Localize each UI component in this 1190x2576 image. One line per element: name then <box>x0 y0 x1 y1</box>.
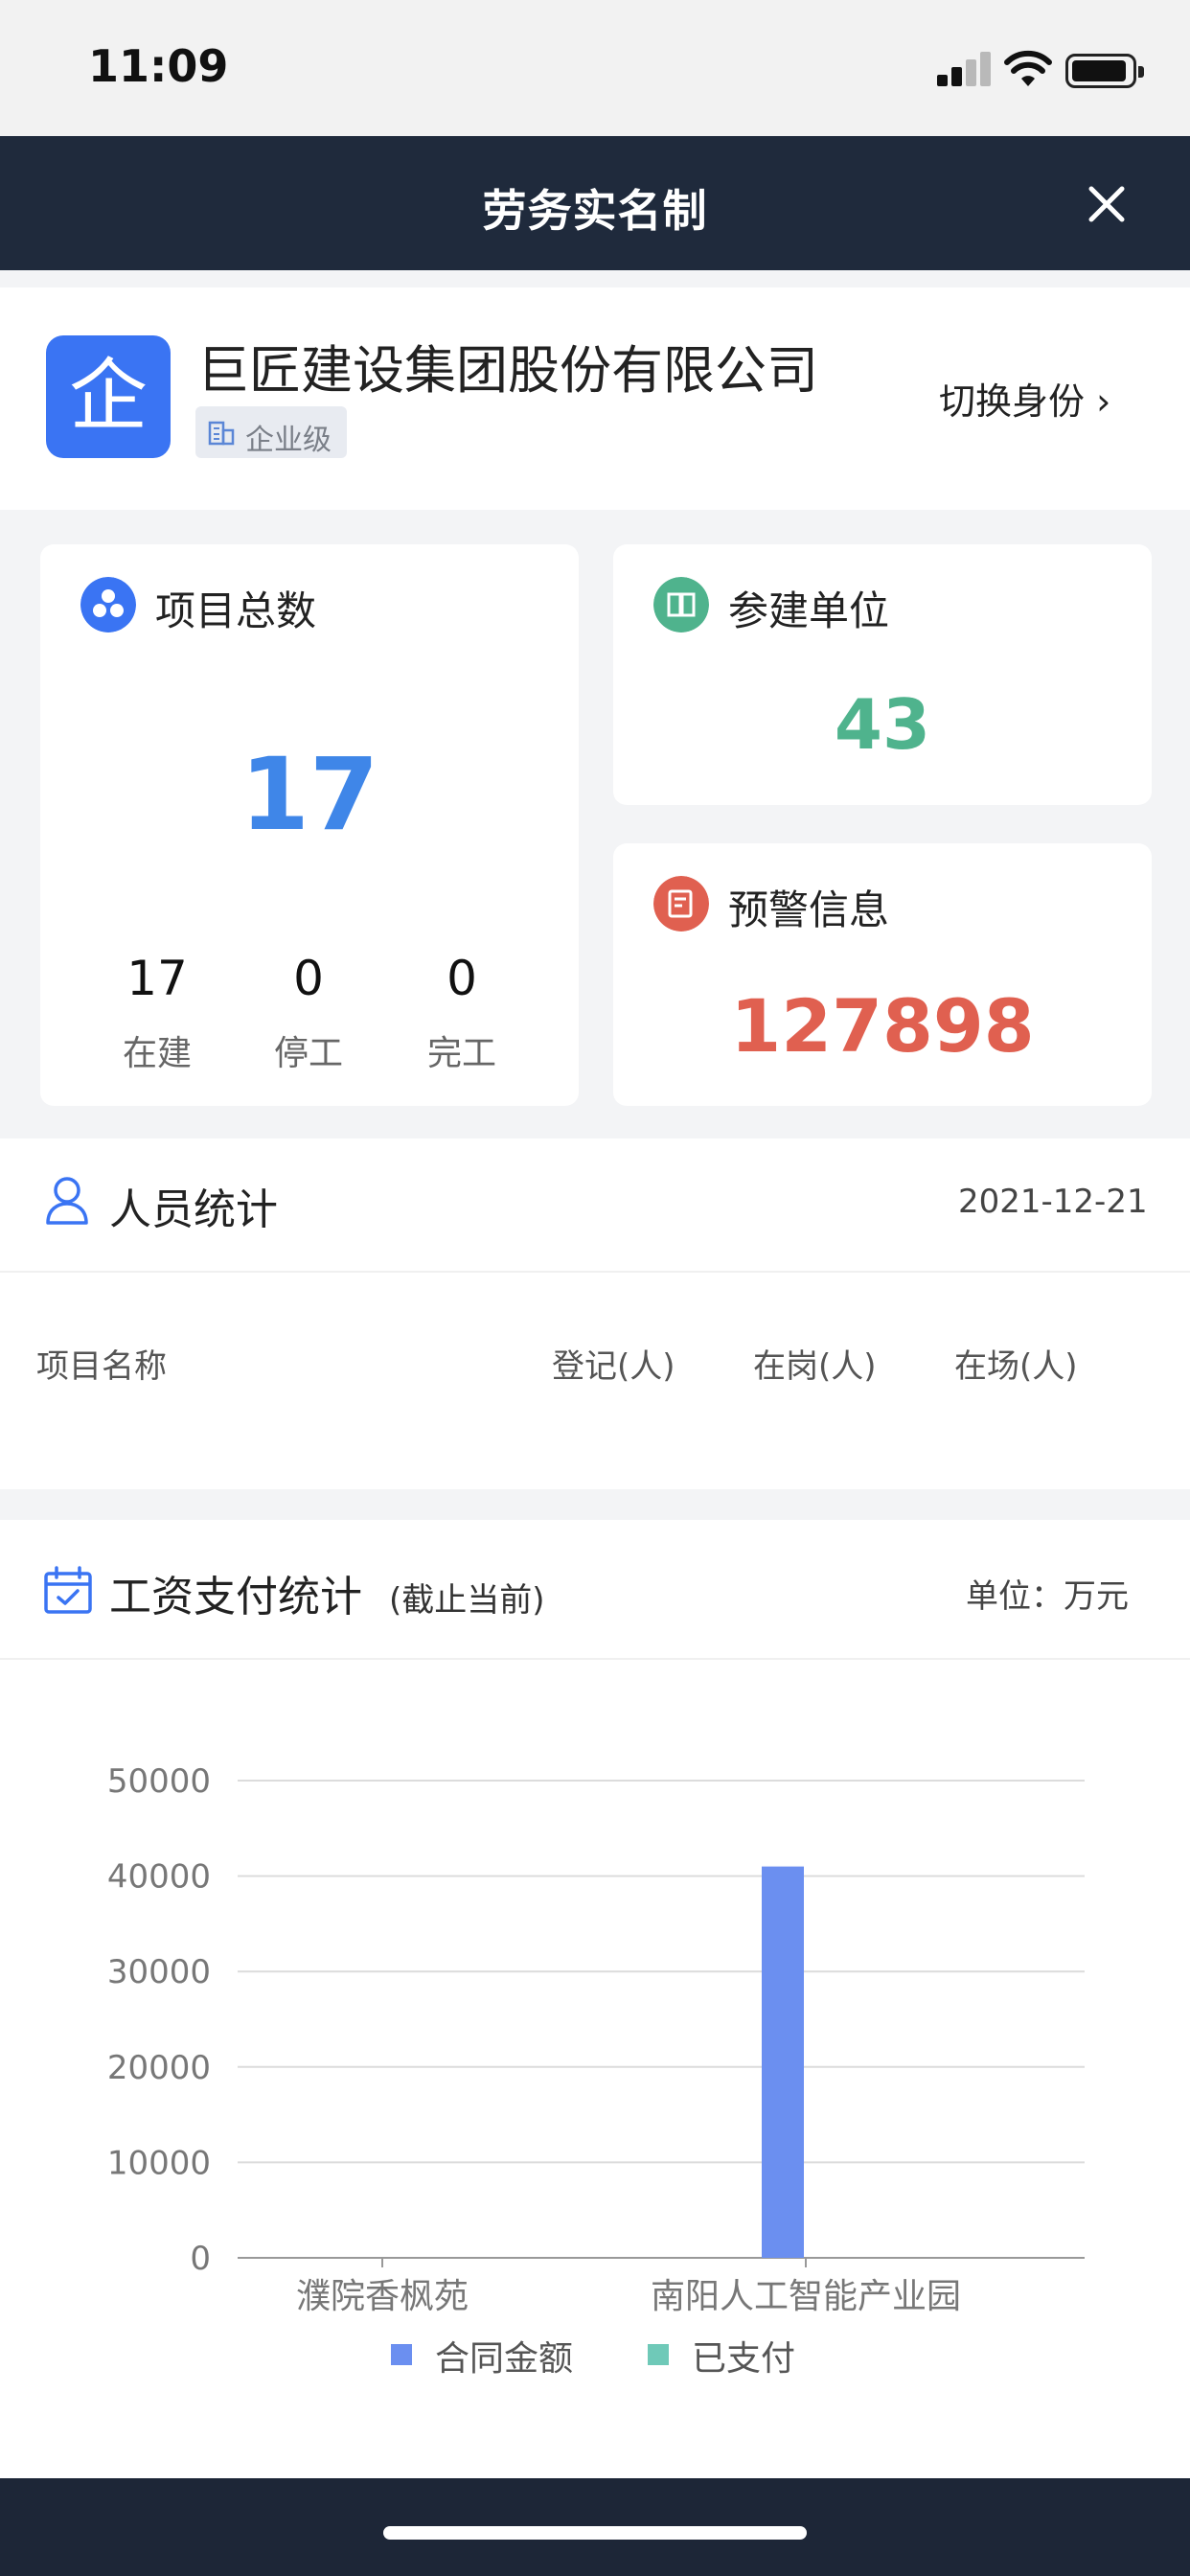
home-indicator[interactable] <box>383 2526 807 2540</box>
in-progress-value: 17 <box>126 951 188 1006</box>
personnel-title: 人员统计 <box>109 1185 278 1234</box>
units-value: 43 <box>834 684 931 765</box>
y-tick-label: 50000 <box>107 1762 211 1801</box>
participating-units-card[interactable]: 参建单位 43 <box>613 544 1152 805</box>
column-header-project-name: 项目名称 <box>36 1347 167 1386</box>
warnings-label: 预警信息 <box>728 886 890 933</box>
project-total-value: 17 <box>240 736 379 853</box>
completed-value: 0 <box>446 951 477 1006</box>
switch-identity-button[interactable]: 切换身份 › <box>939 372 1110 425</box>
x-tick-label: 濮院香枫苑 <box>296 2277 469 2316</box>
column-header-on-duty: 在岗(人) <box>753 1347 877 1386</box>
y-tick-label: 30000 <box>107 1953 211 1991</box>
warning-icon <box>653 876 709 932</box>
wage-bar-chart: 0 10000 20000 30000 40000 50000 濮院香枫苑 南阳人工智能产业园 <box>107 1762 1085 2316</box>
legend-label-paid: 已支付 <box>692 2339 796 2379</box>
completed-label: 完工 <box>426 1034 496 1073</box>
company-name: 巨匠建设集团股份有限公司 <box>197 340 818 401</box>
company-header: 企 巨匠建设集团股份有限公司 企业级 切换身份 › <box>0 288 1190 510</box>
x-tick-label: 南阳人工智能产业园 <box>651 2277 961 2316</box>
close-icon[interactable] <box>1083 180 1131 228</box>
stopped-label: 停工 <box>273 1034 343 1073</box>
level-label: 企业级 <box>245 424 332 457</box>
project-total-label: 项目总数 <box>155 587 317 634</box>
page-title: 劳务实名制 <box>482 185 708 237</box>
legend-swatch-paid <box>648 2344 669 2365</box>
person-icon <box>46 1177 88 1225</box>
level-badge: 企业级 <box>195 406 347 458</box>
project-total-card[interactable]: 项目总数 17 17 在建 0 停工 0 完工 <box>40 544 579 1106</box>
wifi-icon <box>1004 50 1052 86</box>
signal-icon <box>937 52 993 86</box>
home-indicator-area <box>0 2478 1190 2576</box>
warnings-value: 127898 <box>730 983 1035 1069</box>
projects-icon <box>80 577 136 632</box>
divider <box>0 1271 1190 1273</box>
building-icon <box>208 421 235 446</box>
legend-label-contract: 合同金额 <box>435 2339 574 2379</box>
company-logo: 企 <box>46 335 171 458</box>
status-bar: 11:09 <box>0 0 1190 136</box>
warnings-card[interactable]: 预警信息 127898 <box>613 843 1152 1106</box>
y-tick-label: 10000 <box>107 2144 211 2182</box>
y-tick-label: 40000 <box>107 1858 211 1897</box>
nav-bar: 劳务实名制 <box>0 136 1190 270</box>
legend-swatch-contract <box>391 2344 412 2365</box>
bar-contract <box>762 1866 804 2258</box>
battery-icon <box>1065 54 1144 88</box>
stopped-value: 0 <box>293 951 324 1006</box>
y-tick-label: 0 <box>190 2240 211 2278</box>
wage-section: 工资支付统计 (截止当前) 单位：万元 0 10000 20000 30000 4000… <box>0 1520 1190 2478</box>
units-label: 参建单位 <box>728 587 890 634</box>
column-header-on-site: 在场(人) <box>954 1347 1078 1386</box>
personnel-date: 2021-12-21 <box>958 1183 1148 1221</box>
personnel-section: 人员统计 2021-12-21 项目名称 登记(人) 在岗(人) 在场(人) <box>0 1138 1190 1489</box>
status-time: 11:09 <box>88 40 229 92</box>
y-tick-label: 20000 <box>107 2049 211 2087</box>
column-header-registered: 登记(人) <box>552 1347 675 1386</box>
units-icon <box>653 577 709 632</box>
in-progress-label: 在建 <box>122 1034 192 1073</box>
